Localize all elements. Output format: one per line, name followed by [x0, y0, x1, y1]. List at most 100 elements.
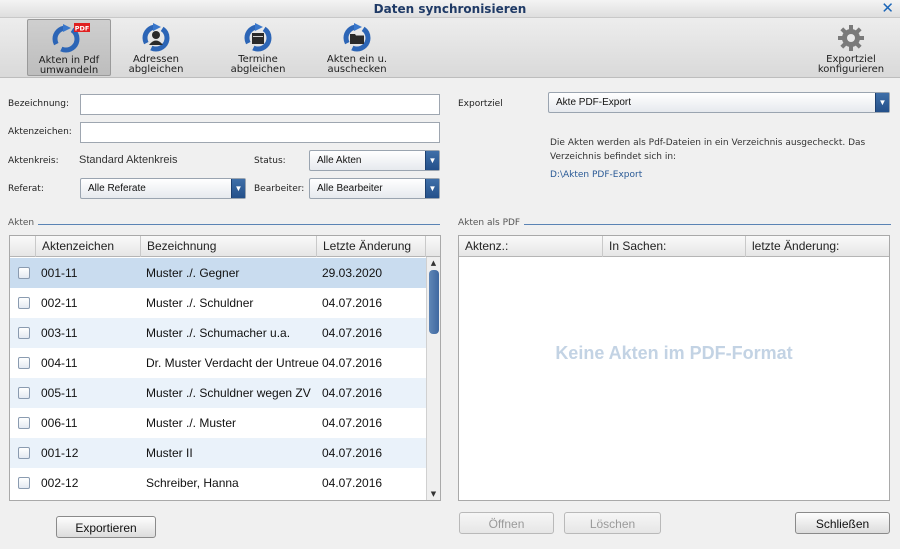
column-header-aktenzeichen[interactable]: Aktenzeichen: [36, 236, 141, 257]
column-header-in-sachen[interactable]: In Sachen:: [603, 236, 746, 257]
row-bezeichnung: Muster ./. Gegner: [146, 266, 240, 280]
akten-scrollbar[interactable]: ▲ ▼: [426, 257, 440, 500]
row-checkbox[interactable]: [18, 477, 30, 489]
row-date: 04.07.2016: [322, 386, 383, 400]
chevron-down-icon: ▼: [425, 179, 439, 198]
gear-icon: [838, 25, 864, 51]
row-aktenzeichen: 003-11: [41, 326, 78, 340]
table-row[interactable]: 002-12 Schreiber, Hanna 04.07.2016: [10, 468, 426, 498]
row-date: 29.03.2020: [322, 266, 383, 280]
row-date: 04.07.2016: [322, 476, 383, 490]
bearbeiter-select[interactable]: Alle Bearbeiter ▼: [309, 178, 440, 199]
chevron-down-icon: ▼: [875, 93, 889, 112]
sync-calendar-icon: [244, 23, 272, 52]
sync-pdf-icon: PDF: [52, 23, 90, 53]
row-aktenzeichen: 002-12: [41, 476, 79, 490]
referat-label: Referat:: [8, 184, 44, 194]
exportziel-select[interactable]: Akte PDF-Export ▼: [548, 92, 890, 113]
table-row[interactable]: 001-11 Muster ./. Gegner 29.03.2020: [10, 258, 426, 288]
row-checkbox[interactable]: [18, 387, 30, 399]
bearbeiter-value: Alle Bearbeiter: [317, 183, 383, 194]
sync-contacts-icon: [142, 23, 170, 52]
checkout-files-button[interactable]: Akten ein u. auschecken: [320, 19, 394, 76]
row-aktenzeichen: 004-11: [41, 356, 78, 370]
status-value: Alle Akten: [317, 155, 362, 166]
aktenzeichen-label: Aktenzeichen:: [8, 127, 72, 137]
export-info-line-1: Die Akten werden als Pdf-Dateien in ein …: [550, 138, 866, 148]
row-checkbox[interactable]: [18, 297, 30, 309]
scroll-up-icon[interactable]: ▲: [427, 257, 440, 269]
akten-table: Aktenzeichen Bezeichnung Letzte Änderung…: [9, 235, 441, 501]
sync-appointments-button[interactable]: Termine abgleichen: [221, 19, 295, 76]
title-bar: Daten synchronisieren ✕: [0, 0, 900, 18]
table-row[interactable]: 006-11 Muster ./. Muster 04.07.2016: [10, 408, 426, 438]
export-path-link[interactable]: D:\Akten PDF-Export: [550, 170, 642, 180]
schliessen-button[interactable]: Schließen: [795, 512, 890, 534]
akten-section-title: Akten: [8, 218, 39, 228]
row-checkbox[interactable]: [18, 447, 30, 459]
pdf-section-title: Akten als PDF: [458, 218, 525, 228]
select-column-header[interactable]: [10, 236, 36, 257]
toolbar: PDF Akten in Pdf umwandeln Adressen abgl…: [0, 18, 900, 78]
table-row[interactable]: 005-11 Muster ./. Schuldner wegen ZV 04.…: [10, 378, 426, 408]
column-header-letzte-aenderung[interactable]: Letzte Änderung: [317, 236, 426, 257]
row-bezeichnung: Schreiber, Hanna: [146, 476, 239, 490]
scroll-down-icon[interactable]: ▼: [427, 488, 440, 500]
row-bezeichnung: Muster ./. Schuldner: [146, 296, 254, 310]
exportieren-button[interactable]: Exportieren: [56, 516, 156, 538]
row-date: 04.07.2016: [322, 446, 383, 460]
row-aktenzeichen: 001-12: [41, 446, 79, 460]
row-date: 04.07.2016: [322, 296, 383, 310]
export-info-line-2: Verzeichnis befindet sich in:: [550, 152, 677, 162]
row-aktenzeichen: 006-11: [41, 416, 78, 430]
table-row[interactable]: 001-12 Muster II 04.07.2016: [10, 438, 426, 468]
export-info: Die Akten werden als Pdf-Dateien in ein …: [550, 136, 890, 164]
configure-export-button[interactable]: Exportziel konfigurieren: [808, 19, 894, 76]
sync-addresses-button[interactable]: Adressen abgleichen: [119, 19, 193, 76]
table-row[interactable]: 003-11 Muster ./. Schumacher u.a. 04.07.…: [10, 318, 426, 348]
sync-addresses-label-2: abgleichen: [128, 64, 184, 75]
row-checkbox[interactable]: [18, 267, 30, 279]
sync-folder-icon: [343, 23, 371, 52]
row-date: 04.07.2016: [322, 326, 383, 340]
bezeichnung-label: Bezeichnung:: [8, 99, 69, 109]
pdf-badge: PDF: [75, 25, 90, 33]
bezeichnung-input[interactable]: [80, 94, 440, 115]
close-icon[interactable]: ✕: [881, 0, 894, 17]
akten-section-line: [8, 224, 440, 225]
row-checkbox[interactable]: [18, 357, 30, 369]
row-aktenzeichen: 005-11: [41, 386, 78, 400]
oeffnen-button[interactable]: Öffnen: [459, 512, 554, 534]
column-header-aktenz[interactable]: Aktenz.:: [459, 236, 603, 257]
column-header-bezeichnung[interactable]: Bezeichnung: [141, 236, 317, 257]
configure-export-label-2: konfigurieren: [817, 64, 885, 75]
chevron-down-icon: ▼: [231, 179, 245, 198]
pdf-table: Aktenz.: In Sachen: letzte Änderung: Kei…: [458, 235, 890, 501]
row-bezeichnung: Muster ./. Muster: [146, 416, 237, 430]
row-checkbox[interactable]: [18, 417, 30, 429]
sync-appointments-label-2: abgleichen: [230, 64, 286, 75]
row-checkbox[interactable]: [18, 327, 30, 339]
checkout-files-label-2: auschecken: [327, 64, 387, 75]
convert-pdf-button[interactable]: PDF Akten in Pdf umwandeln: [27, 19, 111, 76]
aktenkreis-label: Aktenkreis:: [8, 156, 59, 166]
bearbeiter-label: Bearbeiter:: [254, 184, 305, 194]
referat-value: Alle Referate: [88, 183, 146, 194]
row-date: 04.07.2016: [322, 356, 383, 370]
row-aktenzeichen: 002-11: [41, 296, 78, 310]
column-header-letzte-aenderung[interactable]: letzte Änderung:: [746, 236, 889, 257]
loeschen-button[interactable]: Löschen: [564, 512, 661, 534]
row-bezeichnung: Muster ./. Schuldner wegen ZV: [146, 386, 311, 400]
table-row[interactable]: 004-11 Dr. Muster Verdacht der Untreue 0…: [10, 348, 426, 378]
convert-pdf-label-2: umwandeln: [39, 65, 99, 76]
chevron-down-icon: ▼: [425, 151, 439, 170]
aktenkreis-value: Standard Aktenkreis: [79, 154, 178, 166]
scrollbar-thumb[interactable]: [429, 270, 439, 334]
status-select[interactable]: Alle Akten ▼: [309, 150, 440, 171]
pdf-empty-message: Keine Akten im PDF-Format: [555, 343, 793, 363]
table-row[interactable]: 002-11 Muster ./. Schuldner 04.07.2016: [10, 288, 426, 318]
referat-select[interactable]: Alle Referate ▼: [80, 178, 246, 199]
aktenzeichen-input[interactable]: [80, 122, 440, 143]
row-aktenzeichen: 001-11: [41, 266, 78, 280]
row-bezeichnung: Muster II: [146, 446, 193, 460]
